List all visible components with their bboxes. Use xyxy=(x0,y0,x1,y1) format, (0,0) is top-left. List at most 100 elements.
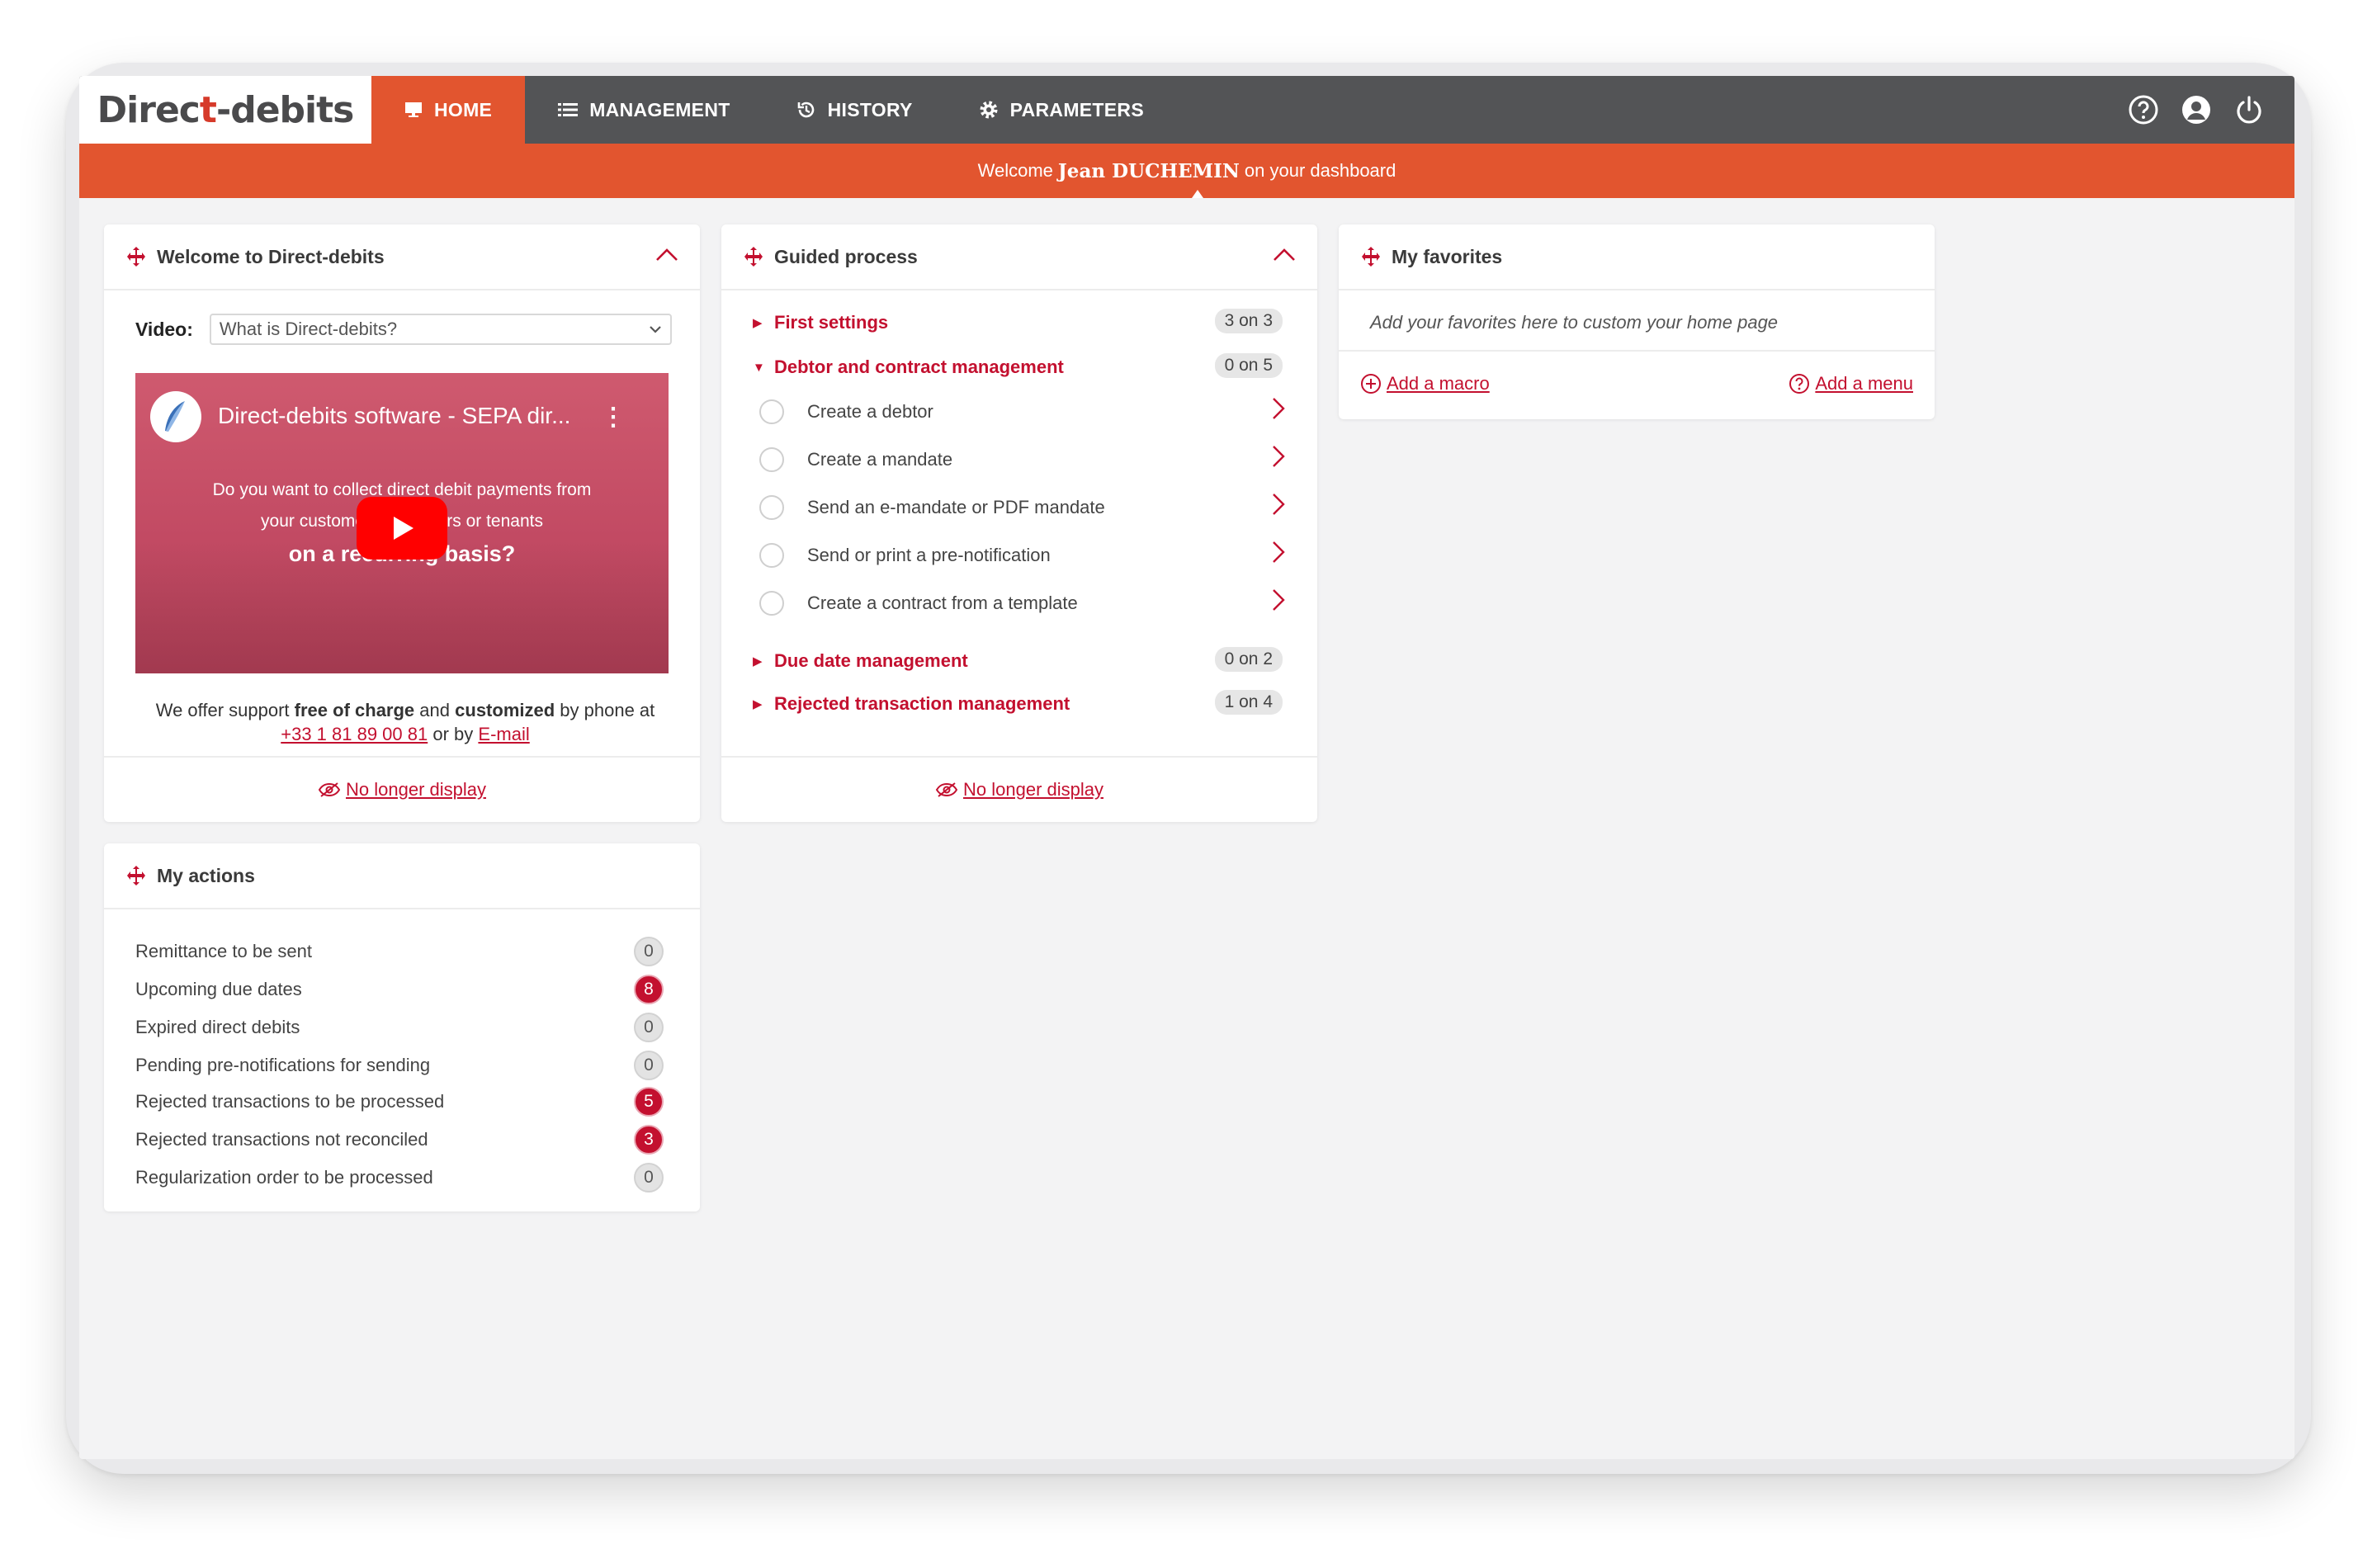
play-icon xyxy=(394,517,413,540)
chevron-right-icon[interactable] xyxy=(1271,396,1286,421)
step-label: Create a mandate xyxy=(807,449,953,470)
video-select[interactable]: What is Direct-debits? xyxy=(209,314,672,345)
caret-down-icon: ▼ xyxy=(753,360,765,375)
action-label: Remittance to be sent xyxy=(135,941,313,961)
section-rejected[interactable]: ▶ Rejected transaction management 1 on 4 xyxy=(753,690,1317,715)
step-label: Create a contract from a template xyxy=(807,593,1078,613)
app-logo[interactable]: Direct-debits xyxy=(79,76,371,144)
action-item[interactable]: Upcoming due dates 8 xyxy=(135,975,664,1004)
top-navigation-bar: Direct-debits HOME MANAGEMENT HISTORY PA… xyxy=(79,76,2294,144)
step-label: Send or print a pre-notification xyxy=(807,545,1051,565)
nav-management-label: MANAGEMENT xyxy=(589,98,730,120)
action-item[interactable]: Rejected transactions not reconciled 3 xyxy=(135,1125,664,1155)
nav-history[interactable]: HISTORY xyxy=(763,76,946,144)
caret-right-icon: ▶ xyxy=(753,654,763,668)
nav-parameters[interactable]: PARAMETERS xyxy=(946,76,1177,144)
step-create-mandate[interactable]: Create a mandate xyxy=(759,444,1288,472)
step-checkbox[interactable] xyxy=(759,495,784,520)
section-label: First settings xyxy=(774,312,889,333)
app-screen: Direct-debits HOME MANAGEMENT HISTORY PA… xyxy=(79,76,2294,1459)
step-contract-template[interactable]: Create a contract from a template xyxy=(759,588,1288,616)
move-icon[interactable] xyxy=(1360,246,1382,267)
eye-slash-icon xyxy=(935,782,958,797)
user-icon[interactable] xyxy=(2181,94,2212,125)
step-checkbox[interactable] xyxy=(759,543,784,568)
nav-history-label: HISTORY xyxy=(827,98,913,120)
section-first-settings[interactable]: ▶ First settings 3 on 3 xyxy=(753,309,1317,333)
step-create-debtor[interactable]: Create a debtor xyxy=(759,396,1288,424)
video-title: Direct-debits software - SEPA dir... xyxy=(218,403,571,428)
add-menu-button[interactable]: Add a menu xyxy=(1789,373,1913,394)
action-item[interactable]: Regularization order to be processed 0 xyxy=(135,1163,664,1193)
add-menu-label: Add a menu xyxy=(1815,373,1913,394)
favorites-panel-title: My favorites xyxy=(1392,245,1503,267)
phone-link[interactable]: +33 1 81 89 00 81 xyxy=(281,724,428,744)
user-name: Jean DUCHEMIN xyxy=(1057,159,1240,182)
chevron-right-icon[interactable] xyxy=(1271,444,1286,469)
welcome-panel-footer: No longer display xyxy=(104,756,700,822)
step-checkbox[interactable] xyxy=(759,447,784,472)
step-checkbox[interactable] xyxy=(759,399,784,424)
action-item[interactable]: Expired direct debits 0 xyxy=(135,1013,664,1042)
video-select-value: What is Direct-debits? xyxy=(219,319,398,339)
section-label: Rejected transaction management xyxy=(774,693,1070,714)
section-label: Due date management xyxy=(774,650,968,671)
video-player[interactable]: Direct-debits software - SEPA dir... ⋮ D… xyxy=(135,373,669,673)
count-badge: 0 xyxy=(634,937,664,966)
move-icon[interactable] xyxy=(743,246,764,267)
action-item[interactable]: Remittance to be sent 0 xyxy=(135,937,664,966)
collapse-chevron-icon[interactable] xyxy=(655,248,678,262)
chevron-right-icon[interactable] xyxy=(1271,588,1286,612)
email-link[interactable]: E-mail xyxy=(478,724,529,744)
caret-right-icon: ▶ xyxy=(753,697,763,711)
section-due-date[interactable]: ▶ Due date management 0 on 2 xyxy=(753,647,1317,672)
gear-icon xyxy=(980,101,998,119)
nav-parameters-label: PARAMETERS xyxy=(1009,98,1144,120)
move-icon[interactable] xyxy=(125,865,147,886)
nav-home[interactable]: HOME xyxy=(371,76,526,144)
video-menu-icon[interactable]: ⋮ xyxy=(601,403,626,432)
nav-indicator xyxy=(1192,190,1203,198)
action-label: Rejected transactions not reconciled xyxy=(135,1129,428,1150)
progress-badge: 0 on 5 xyxy=(1214,353,1283,378)
welcome-panel-header: Welcome to Direct-debits xyxy=(104,224,700,290)
chevron-right-icon[interactable] xyxy=(1271,492,1286,517)
action-label: Rejected transactions to be processed xyxy=(135,1091,445,1112)
section-label: Debtor and contract management xyxy=(774,357,1064,377)
move-icon[interactable] xyxy=(125,246,147,267)
guided-panel-footer: No longer display xyxy=(721,756,1317,822)
power-icon[interactable] xyxy=(2233,94,2265,125)
no-longer-display-link[interactable]: No longer display xyxy=(963,779,1103,801)
eye-slash-icon xyxy=(318,782,341,797)
play-button[interactable] xyxy=(357,497,447,560)
action-item[interactable]: Rejected transactions to be processed 5 xyxy=(135,1087,664,1117)
welcome-suffix: on your dashboard xyxy=(1244,160,1396,181)
progress-badge: 1 on 4 xyxy=(1214,690,1283,715)
nav-home-label: HOME xyxy=(434,98,493,120)
welcome-panel: Welcome to Direct-debits Video: What is … xyxy=(104,224,700,822)
action-item[interactable]: Pending pre-notifications for sending 0 xyxy=(135,1051,664,1080)
count-badge: 0 xyxy=(634,1051,664,1080)
help-icon[interactable] xyxy=(2128,94,2159,125)
step-pre-notification[interactable]: Send or print a pre-notification xyxy=(759,540,1288,568)
step-send-mandate[interactable]: Send an e-mandate or PDF mandate xyxy=(759,492,1288,520)
collapse-chevron-icon[interactable] xyxy=(1273,248,1296,262)
video-label: Video: xyxy=(135,318,193,340)
section-debtor-contract[interactable]: ▼ Debtor and contract management 0 on 5 xyxy=(753,353,1317,378)
channel-avatar[interactable] xyxy=(150,391,201,442)
action-label: Regularization order to be processed xyxy=(135,1167,433,1188)
step-label: Send an e-mandate or PDF mandate xyxy=(807,497,1105,517)
actions-panel-title: My actions xyxy=(157,864,255,886)
no-longer-display-link[interactable]: No longer display xyxy=(346,779,486,801)
quill-logo-icon xyxy=(165,401,185,432)
count-badge: 0 xyxy=(634,1163,664,1193)
chevron-right-icon[interactable] xyxy=(1271,540,1286,564)
chevron-down-icon xyxy=(650,326,661,333)
favorites-panel-header: My favorites xyxy=(1339,224,1935,290)
welcome-panel-title: Welcome to Direct-debits xyxy=(157,245,385,267)
nav-management[interactable]: MANAGEMENT xyxy=(525,76,763,144)
monitor-icon xyxy=(405,102,422,117)
logo-text: Direct-debits xyxy=(97,88,355,131)
step-checkbox[interactable] xyxy=(759,591,784,616)
add-macro-button[interactable]: Add a macro xyxy=(1360,373,1490,394)
